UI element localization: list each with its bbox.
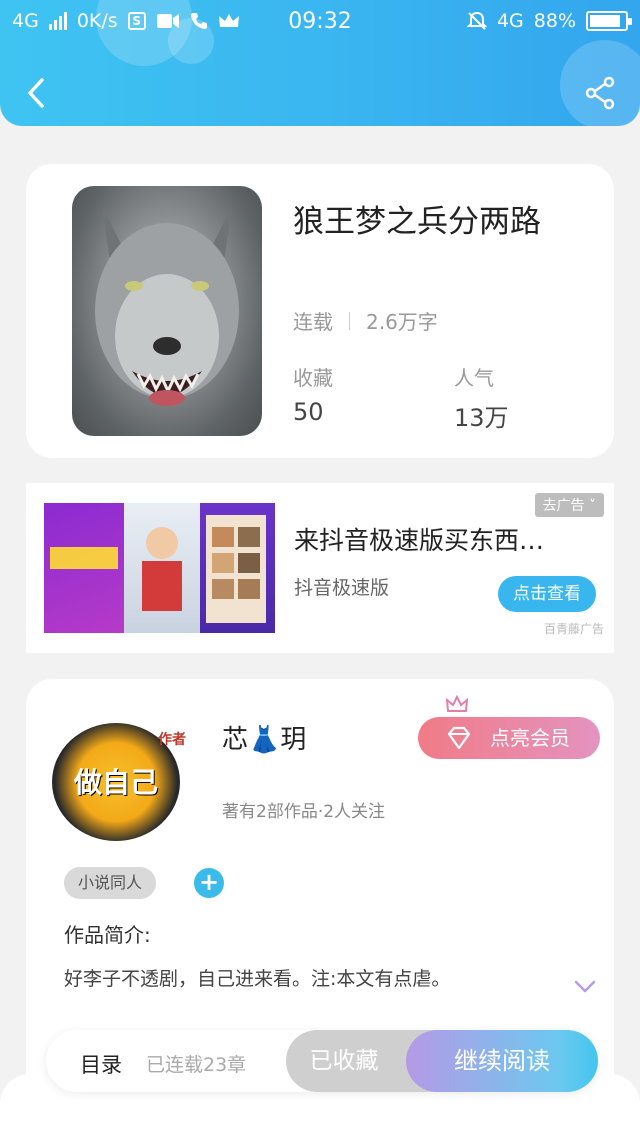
book-info-card: 狼王梦之兵分两路 连载 2.6万字 收藏 50 人气 13万 <box>26 164 614 458</box>
meta-divider <box>349 311 350 330</box>
category-tag[interactable]: 小说同人 <box>64 867 157 899</box>
intro-label: 作品简介: <box>64 923 151 947</box>
avatar[interactable]: 做自己 作者 <box>52 723 186 841</box>
battery-fill <box>590 15 620 27</box>
word-count: 2.6万字 <box>366 310 438 334</box>
share-icon[interactable] <box>584 76 616 110</box>
toc-button[interactable]: 目录 <box>80 1049 122 1079</box>
book-meta: 连载 2.6万字 <box>293 306 438 335</box>
avatar-tag: 作者 <box>158 732 186 748</box>
ad-provider-tag: 百青藤广告 <box>543 622 604 636</box>
ad-card[interactable]: 来抖音极速版买东西… 抖音极速版 去广告 ˅ 点击查看 百青藤广告 <box>26 483 614 653</box>
book-title: 狼王梦之兵分两路 <box>293 204 541 240</box>
crown-icon <box>446 695 468 712</box>
mute-bell-icon <box>466 11 487 30</box>
book-cover <box>72 186 262 436</box>
popularity-value: 13万 <box>454 404 509 432</box>
network-type-right: 4G <box>496 10 524 32</box>
book-status: 连载 <box>293 310 333 334</box>
wolf-cover-image <box>95 206 239 406</box>
chevron-down-icon: ˅ <box>589 498 596 514</box>
battery-icon <box>586 11 632 31</box>
add-tag-button[interactable]: + <box>194 868 224 898</box>
chapter-count[interactable]: 已连载23章 <box>146 1050 246 1077</box>
battery-percent: 88% <box>533 10 576 32</box>
bottom-action-bar: 目录 已连载23章 已收藏 继续阅读 <box>46 1030 598 1092</box>
intro-text: 好李子不透剧，自己进来看。注:本文有点虐。 <box>64 968 451 990</box>
ad-source: 抖音极速版 <box>294 577 390 599</box>
ad-image[interactable] <box>44 503 275 633</box>
diamond-icon <box>447 726 471 750</box>
continue-reading-button[interactable]: 继续阅读 <box>406 1030 598 1092</box>
status-bar: 4G 0K/s S 09:32 4G 88% <box>0 0 640 44</box>
author-name[interactable]: 芯👗玥 <box>222 719 306 756</box>
back-icon[interactable] <box>22 76 52 110</box>
header-bar: 4G 0K/s S 09:32 4G 88% <box>0 0 640 126</box>
remove-ad-label: 去广告 <box>542 498 585 514</box>
popularity-label: 人气 <box>454 366 494 390</box>
collected-label: 已收藏 <box>309 1048 379 1074</box>
avatar-text: 做自己 <box>73 766 158 799</box>
favorites-label: 收藏 <box>293 366 333 390</box>
ad-title[interactable]: 来抖音极速版买东西… <box>294 521 544 557</box>
remove-ad-button[interactable]: 去广告 ˅ <box>534 493 604 517</box>
favorites-value: 50 <box>293 398 324 426</box>
chevron-down-icon[interactable] <box>574 979 596 995</box>
author-stats: 著有2部作品·2人关注 <box>222 802 386 822</box>
ad-view-button[interactable]: 点击查看 <box>498 576 596 612</box>
